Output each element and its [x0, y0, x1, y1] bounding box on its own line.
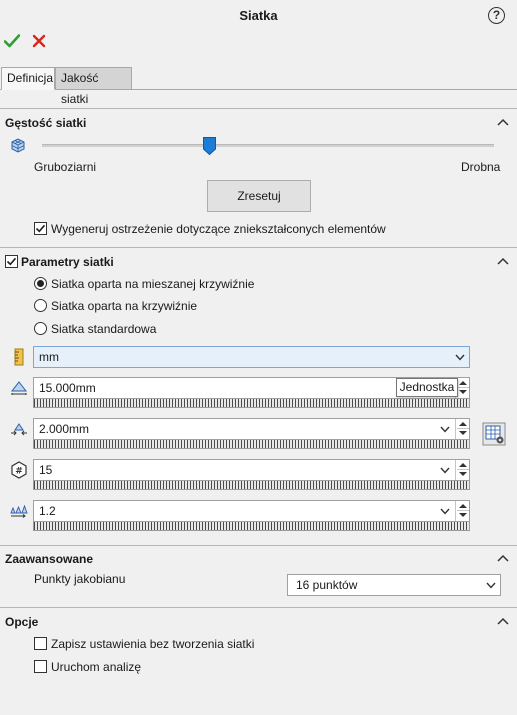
chevron-down-icon[interactable]: [440, 508, 450, 515]
chevron-down-icon[interactable]: [440, 467, 450, 474]
growth-ratio-spinner[interactable]: [455, 501, 469, 521]
growth-ratio-scale[interactable]: [33, 522, 470, 531]
svg-text:#: #: [15, 467, 23, 477]
min-size-field[interactable]: 2.000mm: [33, 418, 470, 440]
min-elements-spinner[interactable]: [455, 460, 469, 480]
tab-jakosc-siatki[interactable]: Jakość siatki: [55, 67, 132, 106]
chevron-down-icon: [455, 354, 465, 361]
radio-mixed-curvature-label: Siatka oparta na mieszanej krzywiźnie: [51, 277, 255, 291]
growth-ratio-value: 1.2: [39, 504, 56, 518]
radio-curvature-label: Siatka oparta na krzywiźnie: [51, 299, 198, 313]
min-elements-scale[interactable]: [33, 481, 470, 490]
reset-button[interactable]: Zresetuj: [207, 180, 311, 212]
table-settings-icon[interactable]: [482, 422, 506, 446]
section-divider: [0, 607, 517, 608]
section-divider: [0, 247, 517, 248]
density-slider-thumb[interactable]: [202, 137, 216, 155]
regen-warning-label: Wygeneruj ostrzeżenie dotyczące zniekszt…: [51, 222, 386, 236]
unit-tooltip: Jednostka: [396, 378, 458, 397]
max-size-value: 15.000mm: [39, 381, 96, 395]
section-divider: [0, 108, 517, 109]
fine-label: Drobna: [461, 160, 501, 174]
section-divider: [0, 545, 517, 546]
min-element-size-icon: [11, 423, 27, 436]
radio-standard[interactable]: [34, 322, 47, 335]
unit-value: mm: [39, 350, 59, 364]
chevron-up-icon[interactable]: [497, 256, 509, 266]
jacobian-label: Punkty jakobianu: [34, 572, 126, 586]
unit-dropdown[interactable]: mm: [33, 346, 470, 368]
check-icon[interactable]: [4, 33, 20, 49]
min-size-value: 2.000mm: [39, 422, 90, 436]
chevron-up-icon[interactable]: [497, 553, 509, 563]
min-elements-field[interactable]: 15: [33, 459, 470, 481]
mesh-params-title: Parametry siatki: [21, 255, 114, 269]
jacobian-value: 16 punktów: [296, 578, 358, 592]
regen-warning-checkbox[interactable]: [34, 222, 47, 235]
growth-ratio-field[interactable]: 1.2: [33, 500, 470, 522]
run-analysis-checkbox[interactable]: [34, 660, 47, 673]
density-slider-track[interactable]: [42, 144, 494, 147]
radio-mixed-curvature[interactable]: [34, 277, 47, 290]
coarse-label: Gruboziarni: [34, 160, 97, 174]
chevron-up-icon[interactable]: [497, 117, 509, 127]
options-section-title: Opcje: [5, 615, 39, 629]
radio-standard-label: Siatka standardowa: [51, 322, 157, 336]
mesh-params-checkbox[interactable]: [5, 255, 18, 268]
tab-definicja[interactable]: Definicja: [1, 67, 55, 90]
panel-title: Siatka: [239, 8, 278, 23]
min-size-spinner[interactable]: [455, 419, 469, 439]
help-icon[interactable]: ?: [488, 7, 505, 24]
max-size-scale[interactable]: [33, 399, 470, 408]
chevron-up-icon[interactable]: [497, 616, 509, 626]
elements-in-circle-icon: #: [11, 461, 27, 479]
advanced-section-title: Zaawansowane: [5, 552, 94, 566]
radio-curvature[interactable]: [34, 299, 47, 312]
mesh-density-icon: [11, 138, 25, 153]
ruler-icon: [14, 348, 24, 366]
density-section-title: Gęstość siatki: [5, 116, 87, 130]
save-settings-label: Zapisz ustawienia bez tworzenia siatki: [51, 637, 255, 651]
min-size-scale[interactable]: [33, 440, 470, 449]
chevron-down-icon[interactable]: [440, 426, 450, 433]
run-analysis-label: Uruchom analizę: [51, 660, 142, 674]
chevron-down-icon: [486, 582, 496, 589]
max-element-size-icon: [10, 381, 28, 395]
save-settings-checkbox[interactable]: [34, 637, 47, 650]
jacobian-dropdown[interactable]: 16 punktów: [287, 574, 501, 596]
min-elements-value: 15: [39, 463, 53, 477]
growth-ratio-icon: [10, 504, 28, 518]
close-icon[interactable]: [32, 34, 46, 48]
